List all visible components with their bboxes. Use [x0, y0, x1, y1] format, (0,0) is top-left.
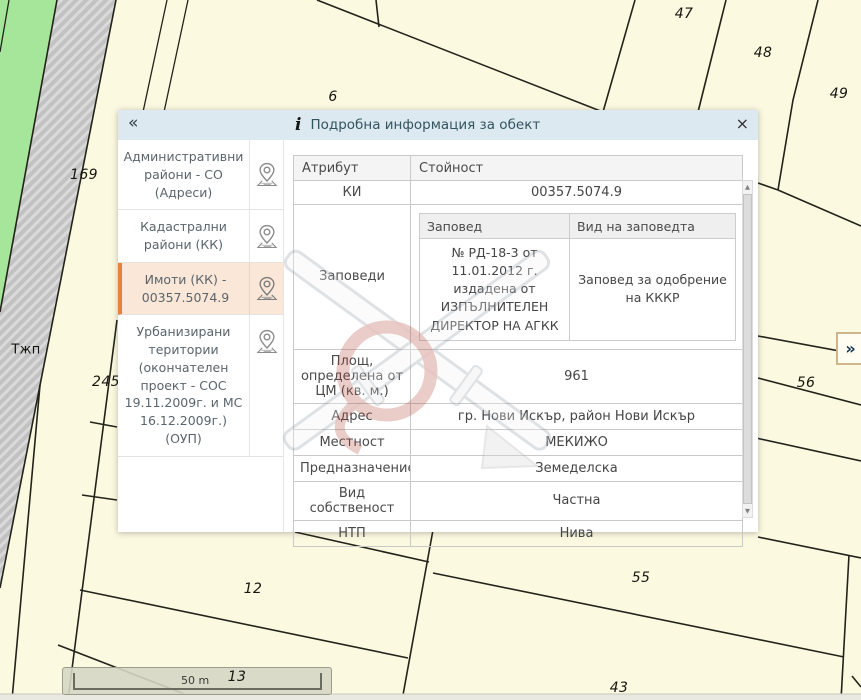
- sidebar-item-label: Кадастрални райони (КК): [118, 210, 249, 262]
- scrollbar-thumb[interactable]: [743, 194, 752, 504]
- attribute-table: Атрибут Стойност КИ 00357.5074.9 Заповед…: [293, 155, 743, 547]
- attr-label: КИ: [294, 181, 411, 205]
- scroll-up-icon[interactable]: ▲: [743, 181, 752, 193]
- close-icon[interactable]: ×: [736, 114, 749, 133]
- parcel-label: 49: [830, 86, 849, 102]
- table-row: Площ, определена от ЦМ (кв. м.) 961: [294, 349, 743, 403]
- orders-column-header: Вид на заповедта: [570, 214, 736, 239]
- chevron-right-double-icon: »: [845, 339, 855, 358]
- dialog-title: Подробна информация за обект: [310, 117, 540, 133]
- object-info-dialog: « i Подробна информация за обект × Админ…: [118, 110, 758, 532]
- parcel-label: 43: [610, 680, 629, 696]
- parcel-label: 12: [244, 581, 263, 597]
- orders-header-row: Заповед Вид на заповедта: [420, 214, 736, 239]
- parcel-label: 55: [632, 570, 651, 586]
- attr-value: Земеделска: [411, 455, 743, 481]
- layer-sidebar: Административни райони - СО (Адреси) Кад…: [118, 140, 284, 532]
- parcel-label: 13: [228, 669, 247, 685]
- dialog-title-group: i Подробна информация за обект: [295, 110, 540, 140]
- sidebar-item-label: Имоти (КК) - 00357.5074.9: [122, 263, 249, 315]
- sidebar-item-urban-territories[interactable]: Урбанизирани територии (окончателен прое…: [118, 315, 283, 456]
- attr-value: 00357.5074.9: [411, 181, 743, 205]
- sidebar-item-label: Административни райони - СО (Адреси): [118, 140, 249, 209]
- attribute-table-wrap: Атрибут Стойност КИ 00357.5074.9 Заповед…: [293, 155, 743, 547]
- map-pin-icon: [249, 140, 283, 209]
- sidebar-item-cadastral-regions[interactable]: Кадастрални райони (КК): [118, 210, 283, 263]
- attr-label: Предназначение: [294, 455, 411, 481]
- railway-label: Тжп: [11, 343, 40, 358]
- attr-label: НТП: [294, 520, 411, 546]
- parcel-label: 6: [328, 89, 337, 105]
- map-pin-icon: [249, 315, 283, 455]
- attr-value: 961: [411, 349, 743, 403]
- table-row: Местност МЕКИЖО: [294, 429, 743, 455]
- orders-cell: Заповед Вид на заповедта № РД-18-3 от 11…: [411, 205, 743, 350]
- sidebar-item-admin-regions[interactable]: Административни райони - СО (Адреси): [118, 140, 283, 210]
- table-scrollbar[interactable]: ▲ ▼: [742, 180, 753, 518]
- attr-value: Нива: [411, 520, 743, 546]
- sidebar-item-label: Урбанизирани територии (окончателен прое…: [118, 315, 249, 455]
- attr-label: Заповеди: [294, 205, 411, 350]
- table-row: Вид собственост Частна: [294, 481, 743, 520]
- collapse-panel-button[interactable]: «: [128, 113, 138, 133]
- attr-label: Вид собственост: [294, 481, 411, 520]
- attr-label: Местност: [294, 429, 411, 455]
- parcel-label: 48: [754, 45, 773, 61]
- parcel-label: 47: [675, 6, 694, 22]
- table-header-row: Атрибут Стойност: [294, 156, 743, 181]
- table-row: Заповеди Заповед Вид на заповедта № РД-1…: [294, 205, 743, 350]
- app-viewport: 47 48 49 6 169 Тжп 245 56 12 55 13 43 50…: [0, 0, 861, 700]
- dialog-header: « i Подробна информация за обект ×: [118, 110, 758, 140]
- order-kind: Заповед за одобрение на КККР: [570, 239, 736, 341]
- scale-bar: 50 m: [62, 667, 332, 695]
- attr-value: МЕКИЖО: [411, 429, 743, 455]
- attr-label: Площ, определена от ЦМ (кв. м.): [294, 349, 411, 403]
- table-row: КИ 00357.5074.9: [294, 181, 743, 205]
- map-pin-icon: [249, 210, 283, 262]
- column-header-attribute: Атрибут: [294, 156, 411, 181]
- orders-table: Заповед Вид на заповедта № РД-18-3 от 11…: [419, 213, 736, 341]
- parcel-label: 56: [797, 375, 816, 391]
- expand-panel-button[interactable]: »: [836, 332, 861, 365]
- info-icon: i: [295, 115, 301, 135]
- table-row: Адрес гр. Нови Искър, район Нови Искър: [294, 403, 743, 429]
- column-header-value: Стойност: [411, 156, 743, 181]
- scroll-down-icon[interactable]: ▼: [743, 505, 752, 517]
- orders-row: № РД-18-3 от 11.01.2012 г. издадена от И…: [420, 239, 736, 341]
- parcel-label: 245: [92, 374, 120, 390]
- map-pin-icon: [249, 263, 283, 315]
- table-row: Предназначение Земеделска: [294, 455, 743, 481]
- parcel-label: 169: [70, 167, 98, 183]
- table-row: НТП Нива: [294, 520, 743, 546]
- attr-value: гр. Нови Искър, район Нови Искър: [411, 403, 743, 429]
- order-number: № РД-18-3 от 11.01.2012 г. издадена от И…: [420, 239, 570, 341]
- attr-label: Адрес: [294, 403, 411, 429]
- orders-column-header: Заповед: [420, 214, 570, 239]
- scale-bar-label: 50 m: [181, 674, 209, 687]
- sidebar-item-property-selected[interactable]: Имоти (КК) - 00357.5074.9: [118, 263, 283, 316]
- attr-value: Частна: [411, 481, 743, 520]
